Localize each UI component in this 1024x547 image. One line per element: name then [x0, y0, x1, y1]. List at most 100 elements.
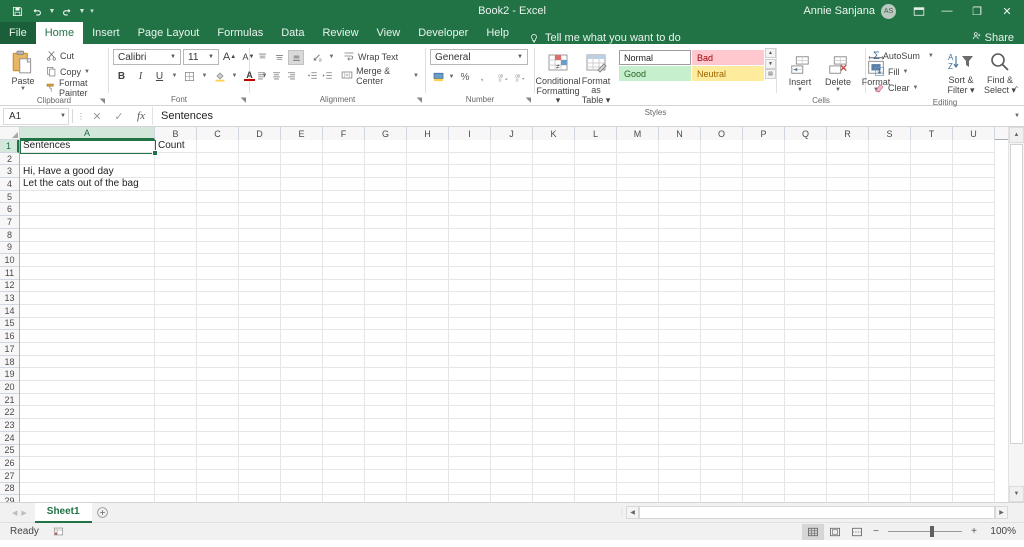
cell-A5[interactable]: [20, 191, 155, 204]
cell-H6[interactable]: [407, 203, 449, 216]
cell-B29[interactable]: [155, 495, 197, 502]
cell-P19[interactable]: [743, 368, 785, 381]
cell-T29[interactable]: [911, 495, 953, 502]
row-header-19[interactable]: 19: [0, 368, 19, 381]
column-header-K[interactable]: K: [533, 127, 575, 140]
cell-U24[interactable]: [953, 432, 995, 445]
cell-D9[interactable]: [239, 242, 281, 255]
tab-formulas[interactable]: Formulas: [208, 22, 272, 44]
cell-N8[interactable]: [659, 229, 701, 242]
cell-J17[interactable]: [491, 343, 533, 356]
cell-K4[interactable]: [533, 178, 575, 191]
cell-I24[interactable]: [449, 432, 491, 445]
cell-U20[interactable]: [953, 381, 995, 394]
cell-G13[interactable]: [365, 292, 407, 305]
row-header-21[interactable]: 21: [0, 394, 19, 407]
gallery-scroll-up-icon[interactable]: ▲: [765, 48, 776, 58]
cell-M7[interactable]: [617, 216, 659, 229]
row-header-22[interactable]: 22: [0, 406, 19, 419]
cell-F19[interactable]: [323, 368, 365, 381]
cell-N2[interactable]: [659, 153, 701, 166]
column-header-N[interactable]: N: [659, 127, 701, 140]
cell-R5[interactable]: [827, 191, 869, 204]
cell-Q9[interactable]: [785, 242, 827, 255]
cell-A8[interactable]: [20, 229, 155, 242]
tab-page-layout[interactable]: Page Layout: [129, 22, 209, 44]
column-header-R[interactable]: R: [827, 127, 869, 140]
cell-P10[interactable]: [743, 254, 785, 267]
cell-R19[interactable]: [827, 368, 869, 381]
cell-C23[interactable]: [197, 419, 239, 432]
cell-R27[interactable]: [827, 470, 869, 483]
autosum-button[interactable]: Σ AutoSum ▼: [870, 48, 934, 63]
cell-U25[interactable]: [953, 445, 995, 458]
cell-A27[interactable]: [20, 470, 155, 483]
cell-G29[interactable]: [365, 495, 407, 502]
cell-K1[interactable]: [533, 140, 575, 153]
cell-O24[interactable]: [701, 432, 743, 445]
cell-B5[interactable]: [155, 191, 197, 204]
column-header-P[interactable]: P: [743, 127, 785, 140]
row-header-9[interactable]: 9: [0, 242, 19, 255]
cell-G1[interactable]: [365, 140, 407, 153]
sort-filter-button[interactable]: A Z Sort & Filter ▾: [942, 47, 980, 97]
cell-M23[interactable]: [617, 419, 659, 432]
cell-J20[interactable]: [491, 381, 533, 394]
cell-Q16[interactable]: [785, 330, 827, 343]
underline-dropdown-icon[interactable]: ▼: [170, 68, 179, 84]
cell-T6[interactable]: [911, 203, 953, 216]
cell-G7[interactable]: [365, 216, 407, 229]
close-button[interactable]: ✕: [992, 0, 1022, 22]
column-header-D[interactable]: D: [239, 127, 281, 140]
copy-dropdown-icon[interactable]: ▼: [84, 69, 90, 75]
cell-L24[interactable]: [575, 432, 617, 445]
cell-I28[interactable]: [449, 483, 491, 496]
cell-E28[interactable]: [281, 483, 323, 496]
clear-button[interactable]: Clear ▼: [870, 80, 934, 95]
cell-P15[interactable]: [743, 318, 785, 331]
cell-L22[interactable]: [575, 406, 617, 419]
cell-N7[interactable]: [659, 216, 701, 229]
cell-B6[interactable]: [155, 203, 197, 216]
tab-view[interactable]: View: [368, 22, 410, 44]
cell-K14[interactable]: [533, 305, 575, 318]
accounting-format-button[interactable]: [430, 70, 446, 85]
cell-M2[interactable]: [617, 153, 659, 166]
cell-Q23[interactable]: [785, 419, 827, 432]
cell-J15[interactable]: [491, 318, 533, 331]
row-header-10[interactable]: 10: [0, 254, 19, 267]
cell-J9[interactable]: [491, 242, 533, 255]
cell-L27[interactable]: [575, 470, 617, 483]
cell-S6[interactable]: [869, 203, 911, 216]
cell-Q7[interactable]: [785, 216, 827, 229]
cell-J12[interactable]: [491, 280, 533, 293]
cell-F20[interactable]: [323, 381, 365, 394]
cell-G3[interactable]: [365, 165, 407, 178]
cell-P17[interactable]: [743, 343, 785, 356]
cell-L8[interactable]: [575, 229, 617, 242]
cell-H16[interactable]: [407, 330, 449, 343]
cell-B12[interactable]: [155, 280, 197, 293]
cell-L11[interactable]: [575, 267, 617, 280]
cell-H3[interactable]: [407, 165, 449, 178]
cell-L25[interactable]: [575, 445, 617, 458]
cell-J25[interactable]: [491, 445, 533, 458]
cell-R1[interactable]: [827, 140, 869, 153]
row-header-14[interactable]: 14: [0, 305, 19, 318]
cell-N12[interactable]: [659, 280, 701, 293]
cell-N26[interactable]: [659, 457, 701, 470]
expand-formula-bar-icon[interactable]: ▼: [1010, 113, 1024, 119]
font-name-combo[interactable]: Calibri▼: [113, 49, 181, 65]
cell-G25[interactable]: [365, 445, 407, 458]
cell-S3[interactable]: [869, 165, 911, 178]
cell-B16[interactable]: [155, 330, 197, 343]
row-header-6[interactable]: 6: [0, 203, 19, 216]
cell-Q3[interactable]: [785, 165, 827, 178]
cell-K23[interactable]: [533, 419, 575, 432]
merge-center-dropdown-icon[interactable]: ▼: [413, 73, 419, 79]
cell-S4[interactable]: [869, 178, 911, 191]
row-header-23[interactable]: 23: [0, 419, 19, 432]
cell-R11[interactable]: [827, 267, 869, 280]
cell-I13[interactable]: [449, 292, 491, 305]
cell-G15[interactable]: [365, 318, 407, 331]
